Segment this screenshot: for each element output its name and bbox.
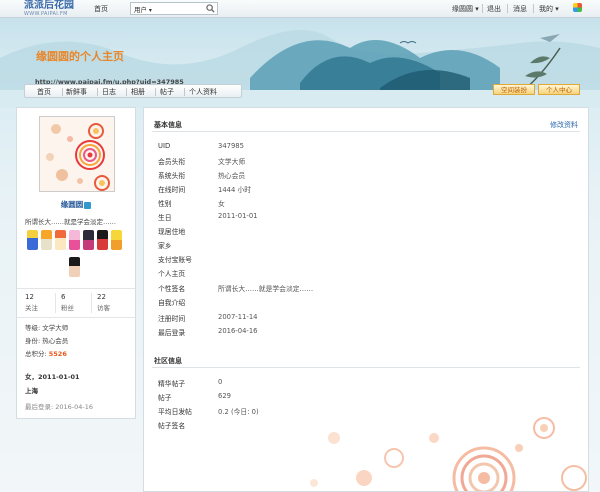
profile-signature: 所谓长大……就是学会淡定…… <box>25 218 116 226</box>
divider <box>507 4 508 13</box>
nav-feed[interactable]: 新鲜事 <box>66 87 87 97</box>
profile-identity: 身份: 热心会员 <box>25 337 69 345</box>
decorative-circles <box>310 417 587 491</box>
profile-sidebar: 缘圆圆 所谓长大……就是学会淡定…… 12 关注 6 粉丝 22 访客 等级: … <box>16 107 136 419</box>
user-center-button[interactable]: 个人中心 <box>538 84 580 95</box>
space-decor-button[interactable]: 空间装扮 <box>493 84 535 95</box>
basic-info-title: 基本信息 <box>154 121 182 129</box>
divider <box>155 88 156 96</box>
medal-icon[interactable] <box>27 230 38 250</box>
medal-icon[interactable] <box>83 230 94 250</box>
field-label: 帖子签名 <box>158 422 186 430</box>
stat-visitors-label: 访客 <box>97 304 110 312</box>
field-value: 2011-01-01 <box>218 212 258 220</box>
logo-domain: WWW.PAIPAI.FM <box>24 11 68 17</box>
field-label: 注册时间 <box>158 315 186 323</box>
profile-details: 基本信息 修改资料 UID 347985 会员头衔 文学大师 系统头衔 热心会员… <box>143 107 589 492</box>
field-label: 家乡 <box>158 242 172 250</box>
nav-profile[interactable]: 个人资料 <box>189 87 217 97</box>
medal-icon[interactable] <box>69 230 80 250</box>
field-value: 2016-04-16 <box>218 327 258 335</box>
field-value: 女 <box>218 200 225 208</box>
stat-visitors[interactable]: 22 访客 <box>97 293 133 312</box>
field-value: 文学大师 <box>218 158 246 166</box>
divider <box>62 88 63 96</box>
field-label: 最后登录 <box>158 329 186 337</box>
divider <box>482 4 483 13</box>
profile-username-text: 缘圆圆 <box>60 200 84 209</box>
avatar-image <box>40 117 114 191</box>
mine-menu[interactable]: 我的 ▾ <box>539 4 559 14</box>
medal-icon[interactable] <box>69 257 80 277</box>
field-label: 精华帖子 <box>158 380 186 388</box>
divider <box>97 88 98 96</box>
field-label: 系统头衔 <box>158 172 186 180</box>
field-value: 629 <box>218 392 231 400</box>
field-label: 自我介绍 <box>158 299 186 307</box>
logo-text: 派派后花园 <box>24 0 74 11</box>
app-grid-icon[interactable] <box>573 3 582 12</box>
field-value: 347985 <box>218 142 244 150</box>
divider <box>152 367 580 368</box>
search-type-select[interactable]: 用户 <box>134 4 152 14</box>
points-label: 总积分: <box>25 350 49 358</box>
user-menu[interactable]: 缘圆圆 ▾ <box>452 4 479 14</box>
field-label: 平均日发帖 <box>158 408 192 416</box>
field-label: 性别 <box>158 200 172 208</box>
vip-badge-icon <box>84 201 92 209</box>
page-title: 缘圆圆的个人主页 <box>36 50 124 63</box>
divider <box>55 293 56 313</box>
stat-visitors-count: 22 <box>97 293 106 301</box>
divider <box>533 4 534 13</box>
profile-username[interactable]: 缘圆圆 <box>17 199 135 210</box>
field-label: 帖子 <box>158 394 172 402</box>
edit-profile-link[interactable]: 修改资料 <box>550 120 578 130</box>
divider <box>126 88 127 96</box>
field-label: 现居住地 <box>158 228 186 236</box>
field-label: 在线时间 <box>158 186 186 194</box>
top-home-link[interactable]: 首页 <box>94 4 108 14</box>
nav-blog[interactable]: 日志 <box>102 87 116 97</box>
messages-link[interactable]: 消息 <box>513 4 527 14</box>
search-icon[interactable] <box>206 4 215 13</box>
field-value: 1444 小时 <box>218 186 252 194</box>
field-label: 会员头衔 <box>158 158 186 166</box>
profile-level: 等级: 文学大师 <box>25 324 69 332</box>
mine-menu-label: 我的 <box>539 5 553 13</box>
nav-posts[interactable]: 帖子 <box>160 87 174 97</box>
medal-icon[interactable] <box>97 230 108 250</box>
medal-icon[interactable] <box>41 230 52 250</box>
community-info-title: 社区信息 <box>154 357 182 365</box>
top-bar: 派派后花园 WWW.PAIPAI.FM 首页 用户 缘圆圆 ▾ 退出 消息 我的… <box>0 0 600 18</box>
field-value: 2007-11-14 <box>218 313 258 321</box>
field-label: UID <box>158 142 171 150</box>
medal-icon[interactable] <box>55 230 66 250</box>
field-value: 所谓长大……就是学会淡定…… <box>218 285 314 293</box>
nav-album[interactable]: 相册 <box>131 87 145 97</box>
points-value: 5526 <box>48 350 67 358</box>
field-label: 生日 <box>158 214 172 222</box>
profile-points: 总积分: 5526 <box>25 348 67 358</box>
site-logo[interactable]: 派派后花园 WWW.PAIPAI.FM <box>24 0 84 18</box>
field-value: 热心会员 <box>218 172 246 180</box>
divider <box>184 88 185 96</box>
field-value: 0.2 (今日: 0) <box>218 408 259 416</box>
field-label: 个性签名 <box>158 285 186 293</box>
profile-location: 上海 <box>25 387 38 395</box>
profile-last-login: 最后登录: 2016-04-16 <box>25 403 94 411</box>
field-label: 支付宝账号 <box>158 256 192 264</box>
medal-icon[interactable] <box>111 230 122 250</box>
nav-home[interactable]: 首页 <box>37 87 51 97</box>
divider <box>91 293 92 313</box>
profile-gender-birthday: 女，2011-01-01 <box>25 373 80 381</box>
logout-link[interactable]: 退出 <box>487 4 501 14</box>
field-label: 个人主页 <box>158 270 186 278</box>
divider <box>152 131 580 132</box>
profile-stats: 12 关注 6 粉丝 22 访客 <box>17 288 135 318</box>
avatar[interactable] <box>39 116 115 192</box>
profile-nav: 首页 新鲜事 日志 相册 帖子 个人资料 <box>24 84 242 98</box>
search-box[interactable]: 用户 <box>130 2 218 15</box>
user-menu-name: 缘圆圆 <box>452 5 473 13</box>
field-value: 0 <box>218 378 223 386</box>
